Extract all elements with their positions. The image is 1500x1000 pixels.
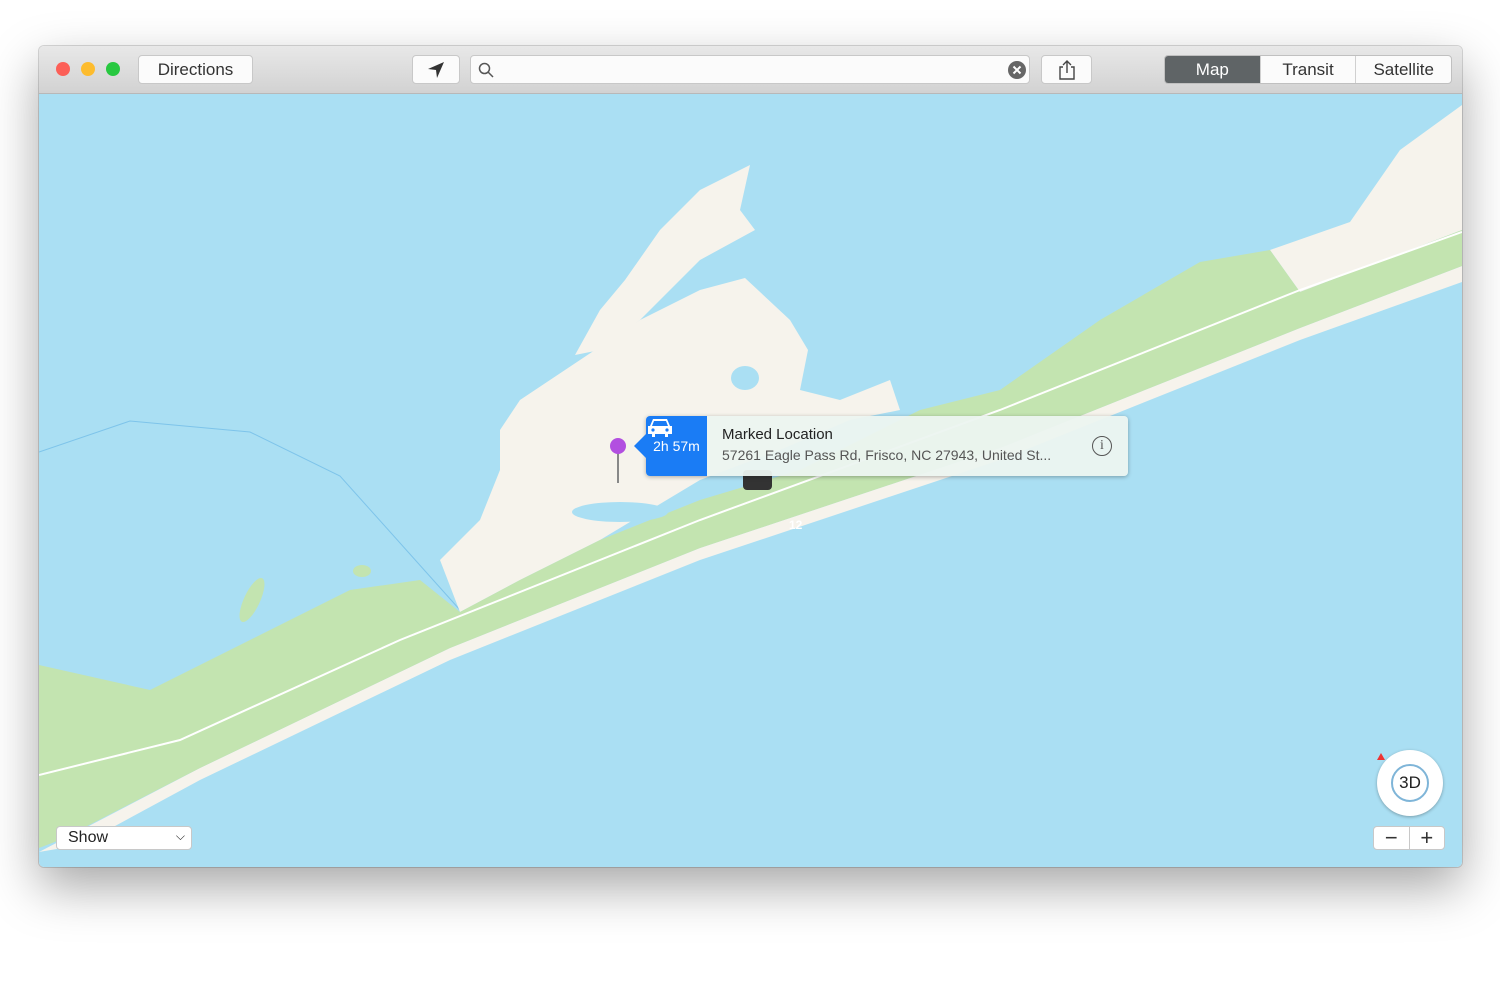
directions-eta-button[interactable]: 2h 57m [634,416,707,476]
location-arrow-icon [428,61,444,78]
map-type-segmented-control: Map Transit Satellite [1164,55,1452,84]
zoom-window-button[interactable] [106,62,120,76]
car-icon [648,419,672,437]
segment-transit[interactable]: Transit [1259,56,1356,83]
search-input[interactable] [470,55,1030,84]
show-dropdown[interactable]: Show ⌵ [56,826,192,850]
map-pin[interactable] [610,438,626,454]
directions-button[interactable]: Directions [138,55,253,84]
share-button[interactable] [1041,55,1092,84]
callout-title: Marked Location [722,426,833,443]
zoom-out-button[interactable]: − [1374,825,1410,850]
callout-address: 57261 Eagle Pass Rd, Frisco, NC 27943, U… [722,447,1052,463]
location-callout[interactable]: 2h 57m Marked Location 57261 Eagle Pass … [634,416,1128,476]
route-shield-label: 12 [789,518,803,532]
chevron-down-icon: ⌵ [175,829,185,843]
lake [731,366,759,390]
info-icon[interactable]: i [1092,436,1112,456]
islet [239,577,265,623]
segment-map[interactable]: Map [1165,56,1260,83]
lake [572,502,668,522]
3d-label: 3D [1391,764,1429,802]
show-label: Show [68,829,109,846]
map-canvas[interactable]: 12 2h 57m Marked Location 57261 Eagle Pa… [39,94,1462,867]
ferry-route [39,420,461,611]
current-location-button[interactable] [412,55,460,84]
share-icon [1058,59,1075,80]
toolbar: Directions Map Transit Satellite [39,46,1462,94]
islet [353,565,371,577]
north-indicator-icon [1377,753,1385,760]
zoom-control: − + [1373,825,1445,850]
maps-window: Directions Map Transit Satellite 12 2h 5… [39,46,1462,867]
map-graphics [39,105,1462,852]
minimize-button[interactable] [81,62,95,76]
compass-3d-button[interactable]: 3D [1377,750,1443,816]
eta-text: 2h 57m [653,438,700,454]
clear-search-icon[interactable] [1008,61,1026,79]
zoom-in-button[interactable]: + [1410,825,1445,850]
search-icon [478,62,494,78]
segment-satellite[interactable]: Satellite [1355,56,1451,83]
close-button[interactable] [56,62,70,76]
